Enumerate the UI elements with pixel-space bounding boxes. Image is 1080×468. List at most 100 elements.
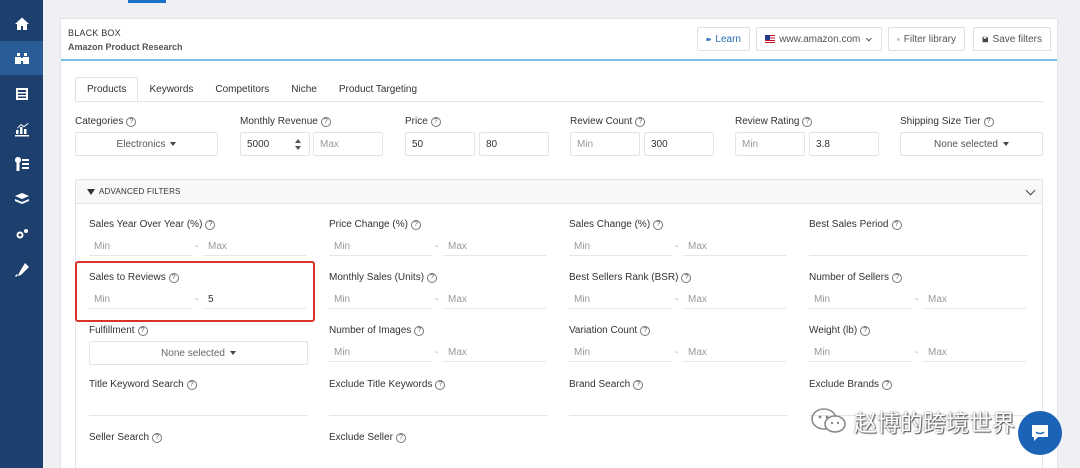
help-icon[interactable]: ? [681, 272, 692, 283]
monthly-sales-units-max-underline [443, 308, 546, 309]
monthly-revenue-min-input[interactable]: 5000 [240, 132, 310, 156]
fulfillment-select-value: None selected [161, 347, 225, 359]
monthly-revenue-max-input[interactable]: Max [313, 132, 383, 156]
title-keyword-search-input[interactable] [89, 415, 308, 416]
save-filters-button[interactable]: Save filters [973, 27, 1051, 51]
filter-library-button[interactable]: Filter library [888, 27, 965, 51]
best-sales-period-input[interactable] [809, 255, 1028, 256]
sales-change-min-input[interactable]: Min [574, 241, 590, 252]
number-of-sellers-max-input[interactable]: Max [928, 294, 947, 305]
help-icon[interactable]: ? [653, 219, 664, 230]
number-of-sellers-max-underline [923, 308, 1026, 309]
sidebar-item-academy[interactable] [0, 182, 43, 216]
sidebar-item-analytics[interactable] [0, 112, 43, 146]
number-of-images-max-underline [443, 361, 546, 362]
sidebar-item-tools[interactable] [0, 253, 43, 287]
marketplace-select[interactable]: www.amazon.com [756, 27, 882, 51]
shipping-size-tier-select[interactable]: None selected [900, 132, 1043, 156]
review-rating-max-input[interactable]: 3.8 [809, 132, 879, 156]
help-icon[interactable]: ? [137, 325, 148, 336]
filter-library-icon [897, 37, 900, 41]
price-change-min-underline [329, 255, 432, 256]
tab-niche[interactable]: Niche [280, 77, 328, 101]
marketplace-label: www.amazon.com [779, 33, 861, 45]
seller-search-label-text: Seller Search [89, 432, 150, 443]
help-icon[interactable]: ? [983, 116, 994, 127]
weight-min-input[interactable]: Min [814, 347, 830, 358]
categories-select[interactable]: Electronics [75, 132, 218, 156]
help-icon[interactable]: ? [891, 219, 902, 230]
help-icon[interactable]: ? [882, 379, 893, 390]
help-icon[interactable]: ? [640, 325, 651, 336]
help-icon[interactable]: ? [635, 116, 646, 127]
sales-change-max-input[interactable]: Max [688, 241, 707, 252]
review-rating-label: Review Rating? [735, 116, 813, 127]
sidebar-item-product-research[interactable] [0, 41, 43, 75]
funnel-icon [87, 188, 95, 195]
weight-label: Weight (lb)? [809, 325, 871, 336]
sidebar-item-home[interactable] [0, 7, 43, 41]
shipping-size-tier-label: Shipping Size Tier? [900, 116, 994, 127]
seller-search-label: Seller Search? [89, 432, 163, 443]
help-icon[interactable]: ? [633, 379, 644, 390]
number-spinner-icon[interactable] [295, 139, 301, 151]
review-count-min-input[interactable]: Min [570, 132, 640, 156]
help-icon[interactable]: ? [860, 325, 871, 336]
research-tabs: Products Keywords Competitors Niche Prod… [75, 77, 428, 101]
tab-keywords[interactable]: Keywords [138, 77, 204, 101]
learn-button[interactable]: Learn [697, 27, 750, 51]
help-icon[interactable]: ? [802, 116, 813, 127]
bsr-min-input[interactable]: Min [574, 294, 590, 305]
brand-search-label: Brand Search? [569, 379, 644, 390]
help-icon[interactable]: ? [430, 116, 441, 127]
brand-search-input[interactable] [569, 415, 788, 416]
fulfillment-select[interactable]: None selected [89, 341, 308, 365]
help-icon[interactable]: ? [186, 379, 197, 390]
fulfillment-label: Fulfillment? [89, 325, 148, 336]
sales-yoy-max-input[interactable]: Max [208, 241, 227, 252]
sidebar-item-settings[interactable] [0, 218, 43, 252]
sales-change-label: Sales Change (%)? [569, 219, 664, 230]
number-of-images-max-input[interactable]: Max [448, 347, 467, 358]
help-icon[interactable]: ? [205, 219, 216, 230]
exclude-brands-label: Exclude Brands? [809, 379, 893, 390]
sidebar-item-keywords[interactable] [0, 147, 43, 181]
binoculars-icon [14, 53, 29, 64]
number-of-images-min-input[interactable]: Min [334, 347, 350, 358]
help-icon[interactable]: ? [126, 116, 137, 127]
title-keyword-search-label-text: Title Keyword Search [89, 379, 184, 390]
price-change-min-input[interactable]: Min [334, 241, 350, 252]
help-icon[interactable]: ? [395, 432, 406, 443]
advanced-filters-header[interactable]: ADVANCED FILTERS [76, 180, 1042, 204]
range-dash: - [915, 294, 919, 305]
help-icon[interactable]: ? [410, 219, 421, 230]
price-min-input[interactable]: 50 [405, 132, 475, 156]
weight-max-input[interactable]: Max [928, 347, 947, 358]
help-icon[interactable]: ? [414, 325, 425, 336]
variation-count-max-input[interactable]: Max [688, 347, 707, 358]
help-icon[interactable]: ? [892, 272, 903, 283]
review-rating-min-input[interactable]: Min [735, 132, 805, 156]
help-icon[interactable]: ? [427, 272, 438, 283]
sales-yoy-min-input[interactable]: Min [94, 241, 110, 252]
tab-competitors[interactable]: Competitors [204, 77, 280, 101]
monthly-revenue-label: Monthly Revenue? [240, 116, 331, 127]
help-icon[interactable]: ? [320, 116, 331, 127]
price-change-max-input[interactable]: Max [448, 241, 467, 252]
monthly-sales-units-min-input[interactable]: Min [334, 294, 350, 305]
tab-product-targeting[interactable]: Product Targeting [328, 77, 428, 101]
chevron-down-icon[interactable] [1025, 185, 1036, 196]
gear-icon [16, 229, 28, 239]
help-icon[interactable]: ? [435, 379, 446, 390]
review-count-max-input[interactable]: 300 [644, 132, 714, 156]
price-max-input[interactable]: 80 [479, 132, 549, 156]
help-icon[interactable]: ? [152, 432, 163, 443]
tab-products[interactable]: Products [75, 77, 139, 101]
variation-count-min-input[interactable]: Min [574, 347, 590, 358]
number-of-sellers-min-input[interactable]: Min [814, 294, 830, 305]
monthly-sales-units-max-input[interactable]: Max [448, 294, 467, 305]
support-chat-button[interactable] [1018, 411, 1062, 455]
sidebar-item-lists[interactable] [0, 77, 43, 111]
bsr-max-input[interactable]: Max [688, 294, 707, 305]
exclude-title-keywords-input[interactable] [329, 415, 548, 416]
